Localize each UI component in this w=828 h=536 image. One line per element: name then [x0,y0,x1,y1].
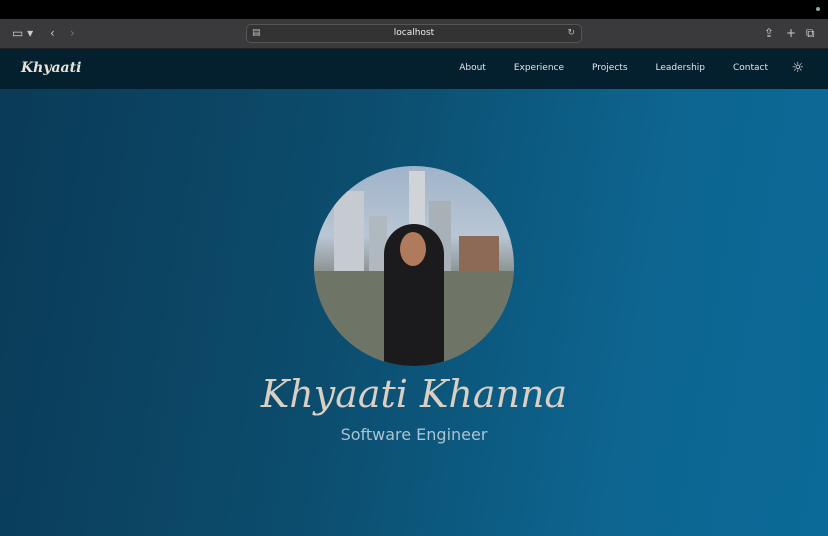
logo[interactable]: Khyaati [21,60,81,76]
menu-bar [0,0,828,19]
status-dot [816,7,820,11]
new-tab-icon[interactable]: + [786,26,796,40]
site-nav: Khyaati About Experience Projects Leader… [0,49,828,89]
nav-projects[interactable]: Projects [592,63,627,73]
reload-icon[interactable]: ↻ [567,25,575,42]
nav-experience[interactable]: Experience [514,63,564,73]
nav-about[interactable]: About [459,63,486,73]
hero-name: Khyaati Khanna [260,372,568,416]
page-icon: ▤ [252,28,261,38]
theme-toggle-sun-icon[interactable]: ☼ [791,60,804,76]
profile-photo [314,166,514,366]
browser-toolbar: ▭ ▾ ‹ › ▤ localhost ↻ ⇪ + ⧉ [0,19,828,49]
forward-icon[interactable]: › [70,26,75,40]
back-icon[interactable]: ‹ [50,26,55,40]
nav-leadership[interactable]: Leadership [656,63,705,73]
tabs-overview-icon[interactable]: ⧉ [806,26,815,41]
hero-role: Software Engineer [340,425,488,444]
nav-contact[interactable]: Contact [733,63,768,73]
address-bar[interactable]: ▤ localhost ↻ [246,24,582,43]
url-text: localhost [393,28,435,38]
share-icon[interactable]: ⇪ [764,26,774,40]
sidebar-toggle-icon[interactable]: ▭ ▾ [12,26,33,40]
hero-section: Khyaati Khanna Software Engineer [0,89,828,536]
